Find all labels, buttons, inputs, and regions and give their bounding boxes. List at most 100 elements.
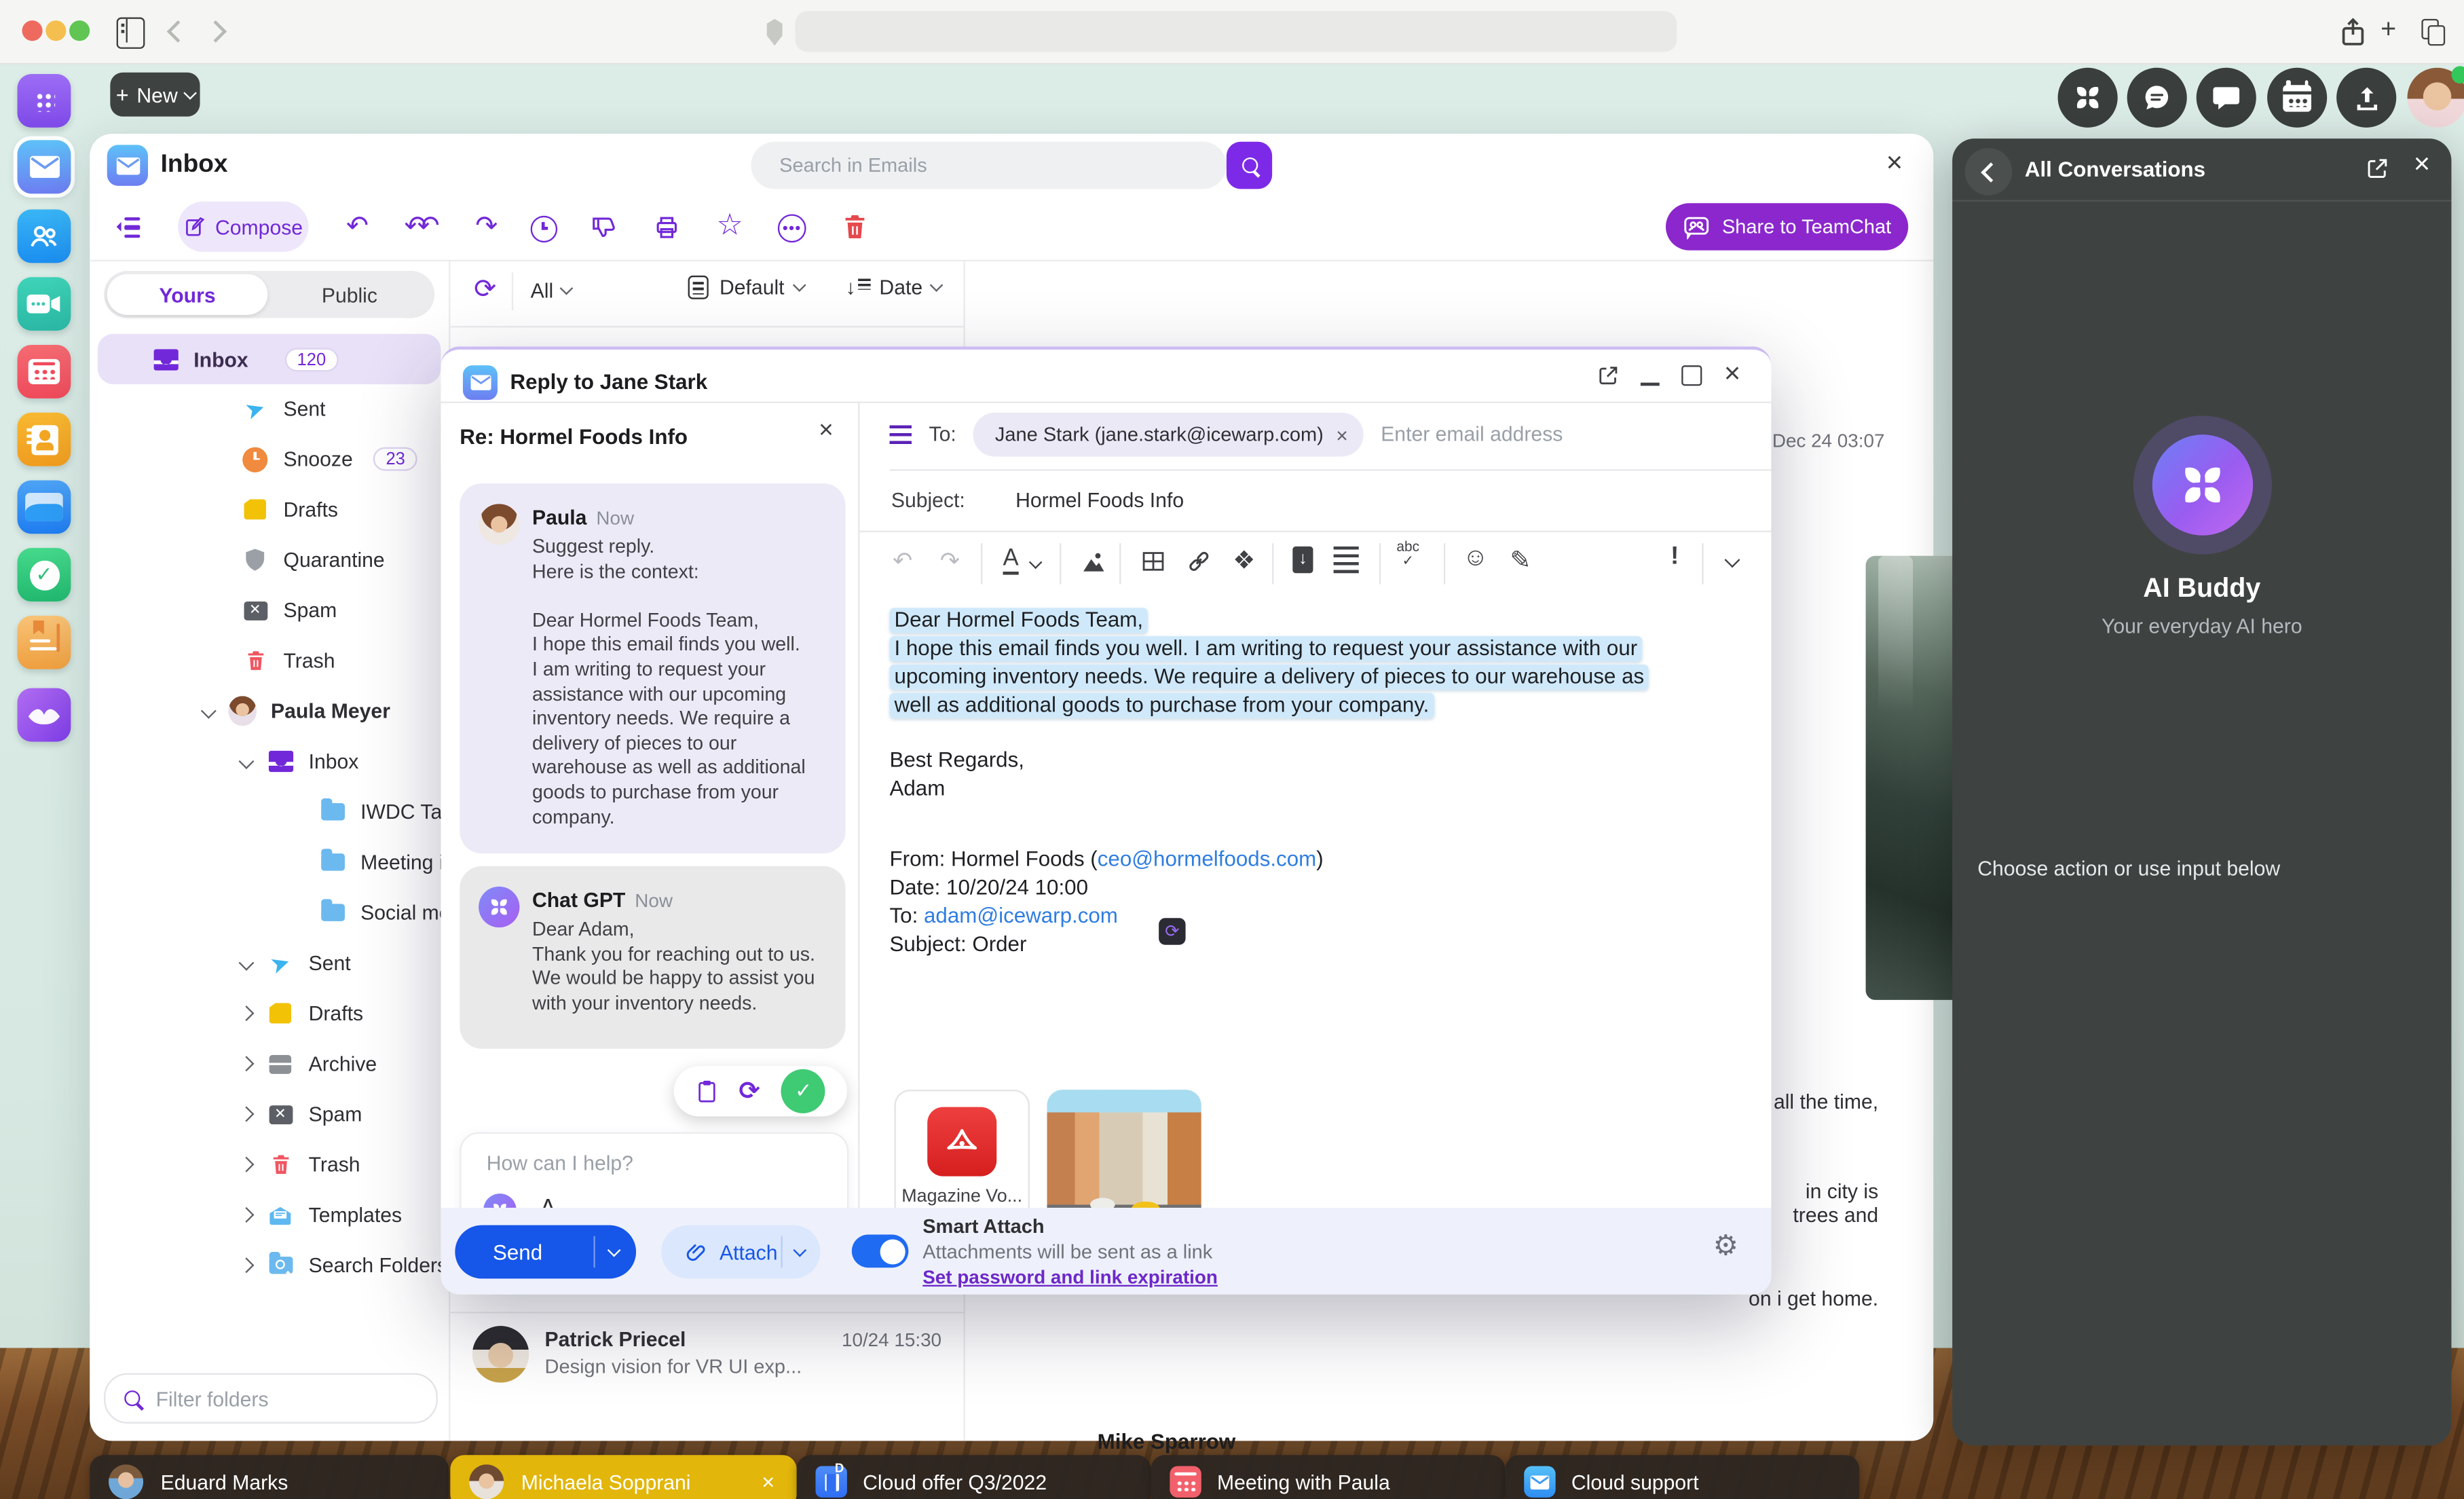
- share-teamchat-button[interactable]: Share to TeamChat: [1666, 203, 1908, 251]
- dock-documents-icon[interactable]: [18, 480, 71, 534]
- group-dropdown[interactable]: Default: [688, 276, 804, 299]
- add-recipient-input[interactable]: [1378, 420, 1668, 447]
- assistant-input[interactable]: [483, 1149, 804, 1176]
- dock-tasks-icon[interactable]: ✓: [18, 548, 71, 602]
- redo-icon[interactable]: ↷: [940, 547, 960, 575]
- popout-icon[interactable]: [2365, 156, 2390, 181]
- back-icon[interactable]: [167, 20, 189, 43]
- recipients-list-icon[interactable]: [890, 425, 912, 444]
- search-button[interactable]: [1227, 142, 1272, 189]
- filter-dropdown[interactable]: All: [531, 279, 572, 303]
- insert-link-icon[interactable]: [1186, 548, 1212, 574]
- forward-icon[interactable]: [204, 20, 227, 43]
- spellcheck-icon[interactable]: abc✓: [1396, 540, 1419, 569]
- share-icon[interactable]: [2340, 18, 2366, 48]
- close-compose-icon[interactable]: ×: [1724, 358, 1740, 391]
- recipient-chip[interactable]: Jane Stark (jane.stark@icewarp.com) ×: [973, 413, 1364, 457]
- forward-icon[interactable]: ↷: [468, 211, 506, 242]
- close-mail-icon[interactable]: ×: [1886, 147, 1903, 180]
- upload-icon[interactable]: [2336, 68, 2396, 128]
- remove-recipient-icon[interactable]: ×: [1336, 423, 1348, 447]
- new-tab-icon[interactable]: +: [2381, 14, 2396, 45]
- refresh-icon[interactable]: ⟳: [474, 274, 496, 306]
- reply-icon[interactable]: ↶: [339, 211, 377, 242]
- ai-panel-back[interactable]: [1965, 148, 2013, 196]
- traffic-light-close[interactable]: [22, 20, 42, 41]
- smart-attach-link[interactable]: Set password and link expiration: [922, 1266, 1218, 1288]
- dock-meetings-icon[interactable]: [18, 277, 71, 331]
- tab-public[interactable]: Public: [267, 271, 431, 318]
- tab-yours[interactable]: Yours: [107, 274, 268, 315]
- teamchat-icon[interactable]: [2127, 68, 2187, 128]
- search-bar[interactable]: [751, 142, 1226, 189]
- dock-address-book-icon[interactable]: [18, 413, 71, 466]
- traffic-light-minimize[interactable]: [45, 20, 66, 41]
- thumbs-down-icon[interactable]: [591, 214, 617, 240]
- maximize-icon[interactable]: [1681, 365, 1702, 386]
- minimize-icon[interactable]: [1641, 383, 1660, 386]
- sidebar-toggle-icon[interactable]: [117, 18, 145, 49]
- attach-options-icon[interactable]: [793, 1244, 806, 1257]
- close-tab-icon[interactable]: ×: [762, 1469, 774, 1494]
- copy-icon[interactable]: [2421, 19, 2439, 39]
- to-email-link[interactable]: adam@icewarp.com: [924, 904, 1118, 927]
- filter-folders[interactable]: [104, 1373, 438, 1424]
- undo-icon[interactable]: ↶: [893, 547, 912, 575]
- dock-icewarp-icon[interactable]: [18, 688, 71, 742]
- dock-notes-icon[interactable]: [18, 616, 71, 669]
- calendar-icon[interactable]: [2267, 68, 2327, 128]
- taskbar-item-cloud-offer[interactable]: D Cloud offer Q3/2022: [797, 1455, 1151, 1499]
- search-input[interactable]: [777, 153, 1161, 178]
- emoji-icon[interactable]: ☺: [1463, 545, 1489, 574]
- subject-value[interactable]: Hormel Foods Info: [1015, 488, 1184, 512]
- address-bar[interactable]: [795, 11, 1677, 52]
- taskbar-item-michaela[interactable]: Michaela Sopprani ×: [450, 1455, 796, 1499]
- close-panel-icon[interactable]: ×: [2414, 148, 2430, 181]
- accept-suggestion-button[interactable]: ✓: [781, 1069, 825, 1113]
- compose-button[interactable]: Compose: [178, 202, 309, 252]
- ai-buddy-icon[interactable]: [2058, 68, 2118, 128]
- email-list-row[interactable]: Patrick Priecel 10/24 15:30 Design visio…: [449, 1315, 963, 1409]
- taskbar-item-cloud-support[interactable]: Cloud support: [1505, 1455, 1859, 1499]
- send-button[interactable]: Send: [455, 1225, 636, 1279]
- snooze-clock-icon[interactable]: [531, 216, 557, 242]
- dock-calendar-icon[interactable]: [18, 345, 71, 399]
- collapse-sidebar-icon[interactable]: [117, 217, 141, 238]
- traffic-light-zoom[interactable]: [69, 20, 90, 41]
- from-email-link[interactable]: ceo@hormelfoods.com: [1098, 847, 1316, 871]
- taskbar-item-eduard[interactable]: Eduard Marks: [90, 1455, 449, 1499]
- insert-table-icon[interactable]: [1140, 548, 1166, 574]
- close-thread-icon[interactable]: ×: [819, 418, 834, 446]
- send-options-icon[interactable]: [608, 1244, 621, 1257]
- snippets-icon[interactable]: [1334, 547, 1359, 573]
- filter-folders-input[interactable]: [153, 1385, 395, 1411]
- copy-suggestion-icon[interactable]: [695, 1079, 717, 1104]
- signature-pen-icon[interactable]: ✎: [1510, 545, 1531, 576]
- sms-bubble-icon[interactable]: [2197, 68, 2256, 128]
- sidebar-item-inbox[interactable]: Inbox 120: [98, 335, 441, 384]
- archive-file-icon[interactable]: ↓: [1292, 547, 1313, 573]
- sort-dropdown[interactable]: ↓ Date: [846, 276, 941, 299]
- profile-avatar[interactable]: [2408, 68, 2464, 128]
- attach-button[interactable]: Attach: [661, 1225, 820, 1279]
- print-icon[interactable]: [654, 214, 680, 240]
- priority-icon[interactable]: !: [1670, 543, 1679, 572]
- email-body[interactable]: Dear Hormel Foods Team, I hope this emai…: [890, 606, 1748, 959]
- smart-attach-toggle[interactable]: [852, 1234, 909, 1267]
- chevron-down-icon[interactable]: [1030, 555, 1042, 568]
- regenerate-icon[interactable]: ⟳: [739, 1075, 760, 1107]
- more-options-icon[interactable]: •••: [778, 214, 806, 242]
- delete-icon[interactable]: [842, 212, 867, 241]
- compose-settings-icon[interactable]: ⚙: [1713, 1230, 1738, 1263]
- insert-image-icon[interactable]: [1080, 548, 1106, 574]
- dock-contacts-icon[interactable]: [18, 209, 71, 263]
- popout-icon[interactable]: [1597, 364, 1620, 388]
- dock-apps-grid-icon[interactable]: [18, 74, 71, 128]
- dock-mail-icon[interactable]: [18, 140, 71, 193]
- star-icon[interactable]: ☆: [716, 208, 743, 244]
- reply-all-icon[interactable]: ↶↶: [398, 211, 436, 242]
- dropbox-icon[interactable]: ❖: [1233, 545, 1255, 576]
- more-format-icon[interactable]: [1725, 552, 1739, 566]
- taskbar-item-meeting[interactable]: Meeting with Paula: [1151, 1455, 1506, 1499]
- font-style-icon[interactable]: A: [1003, 547, 1019, 575]
